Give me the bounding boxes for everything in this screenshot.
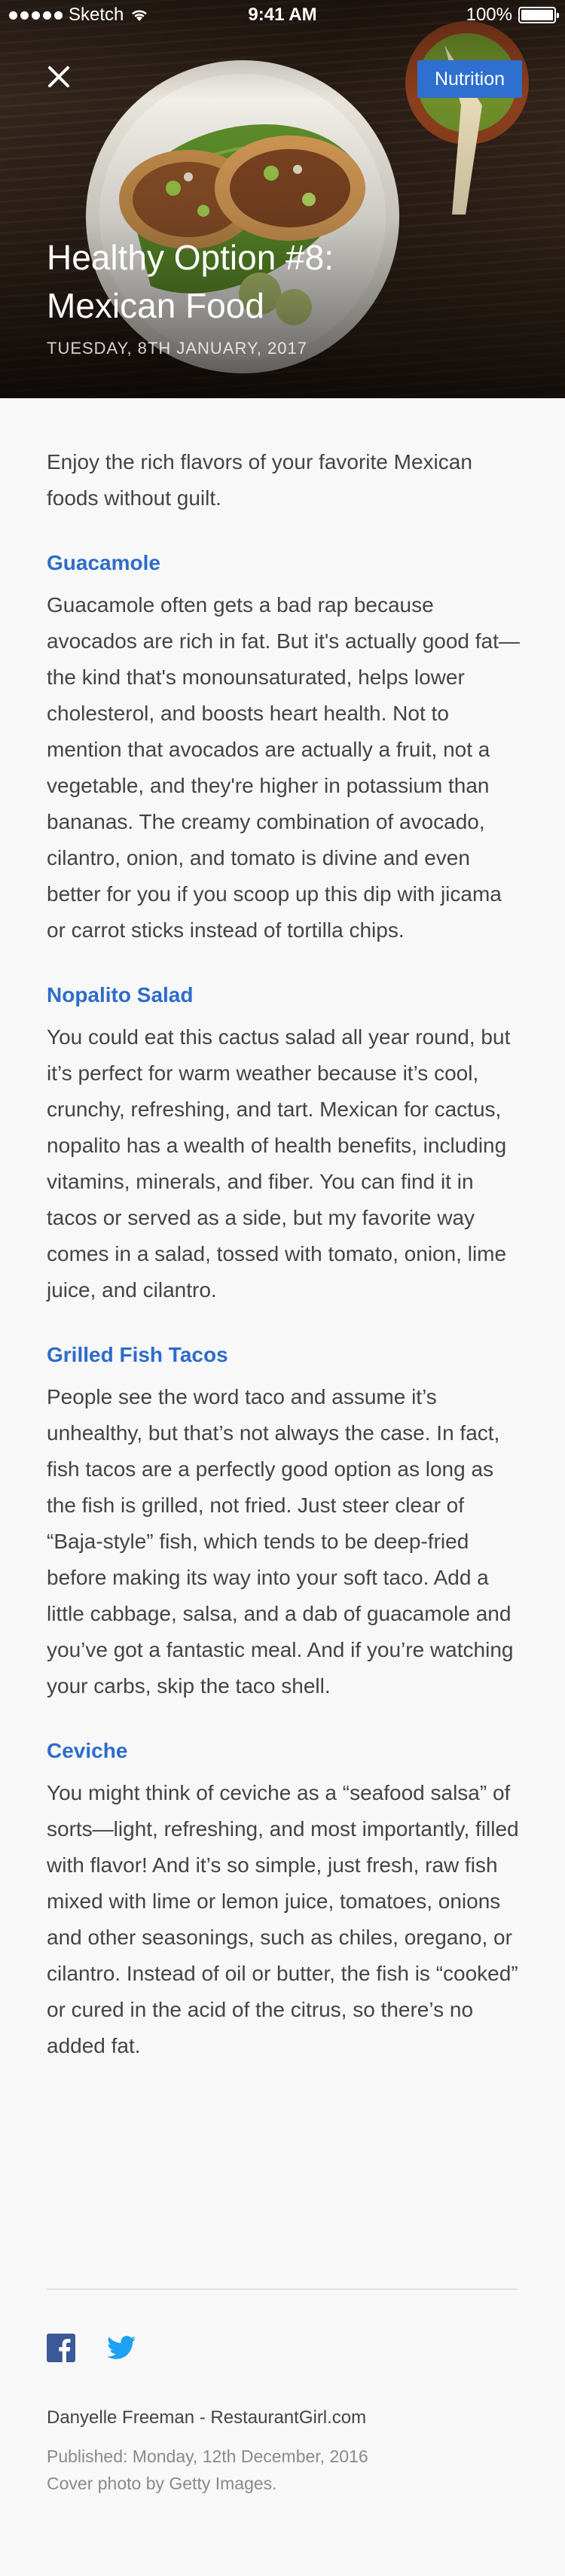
photo-credit: Cover photo by Getty Images. bbox=[47, 2474, 277, 2493]
published-date: Published: Monday, 12th December, 2016 bbox=[47, 2447, 368, 2466]
author-byline: Danyelle Freeman - RestaurantGirl.com bbox=[47, 2407, 367, 2428]
section-body: You could eat this cactus salad all year… bbox=[47, 1025, 511, 1302]
section-title: Nopalito Salad bbox=[47, 983, 194, 1006]
section-ceviche: Ceviche You might think of ceviche as a … bbox=[47, 1736, 521, 2064]
section-guacamole: Guacamole Guacamole often gets a bad rap… bbox=[47, 548, 521, 948]
close-icon bbox=[48, 66, 69, 87]
section-grilled-fish-tacos: Grilled Fish Tacos People see the word t… bbox=[47, 1340, 521, 1704]
section-title: Ceviche bbox=[47, 1739, 128, 1762]
article-date: TUESDAY, 8TH JANUARY, 2017 bbox=[47, 339, 307, 358]
facebook-icon[interactable] bbox=[47, 2334, 75, 2362]
article-body: Enjoy the rich flavors of your favorite … bbox=[47, 444, 521, 2064]
section-body: People see the word taco and assume it’s… bbox=[47, 1385, 514, 1698]
hero-header: Sketch 9:41 AM 100% Nutrition Healthy Op… bbox=[0, 0, 565, 398]
section-title: Grilled Fish Tacos bbox=[47, 1343, 228, 1366]
section-body: Guacamole often gets a bad rap because a… bbox=[47, 593, 520, 942]
section-nopalito-salad: Nopalito Salad You could eat this cactus… bbox=[47, 980, 521, 1308]
section-body: You might think of ceviche as a “seafood… bbox=[47, 1781, 519, 2057]
article-intro: Enjoy the rich flavors of your favorite … bbox=[47, 450, 472, 510]
status-bar: Sketch 9:41 AM 100% bbox=[0, 0, 565, 30]
status-right: 100% bbox=[466, 5, 559, 26]
close-button[interactable] bbox=[44, 62, 74, 92]
nutrition-button[interactable]: Nutrition bbox=[417, 60, 522, 98]
section-title: Guacamole bbox=[47, 551, 160, 574]
twitter-icon[interactable] bbox=[107, 2334, 136, 2362]
share-bar bbox=[47, 2334, 136, 2362]
battery-percentage: 100% bbox=[466, 5, 512, 25]
footer-divider bbox=[47, 2288, 518, 2290]
article-title: Healthy Option #8: Mexican Food bbox=[47, 238, 334, 325]
battery-icon bbox=[518, 7, 559, 23]
